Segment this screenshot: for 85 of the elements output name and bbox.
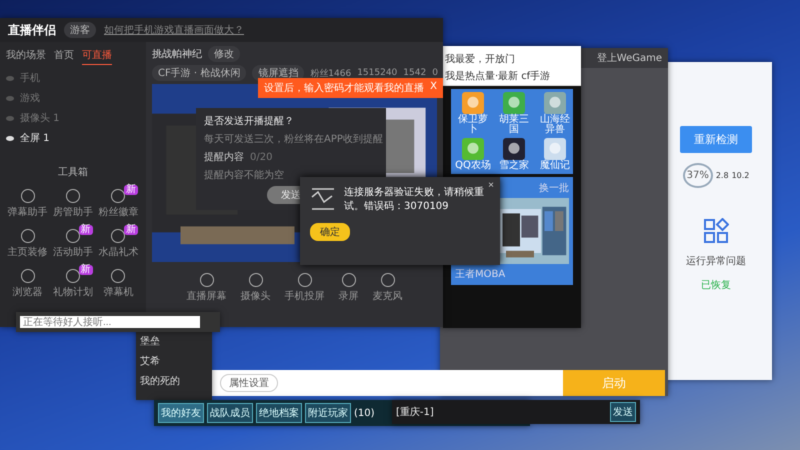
banner-caption: 王者MOBA: [455, 268, 506, 281]
recheck-button[interactable]: 重新检测: [680, 126, 752, 153]
source-item[interactable]: 全屏 1: [20, 131, 50, 145]
stat-text: 粉丝1466: [310, 68, 352, 80]
side-tab[interactable]: 可直播: [82, 48, 112, 65]
refresh-link[interactable]: 换一批: [539, 181, 569, 195]
new-badge: 新: [78, 265, 93, 275]
app-title: 直播伴侣: [8, 22, 56, 38]
game-label: 胡莱三国: [498, 115, 530, 135]
toolbox-title: 工具箱: [58, 166, 88, 179]
game-label: QQ农场: [454, 161, 492, 171]
launcher-title: 登上WeGame: [596, 52, 662, 65]
mail-count[interactable]: (10): [354, 408, 375, 418]
error-message: 连接服务器验证失败，请稍候重试。错误码：3070109: [344, 186, 484, 213]
tool-button[interactable]: 主页装修: [6, 225, 50, 259]
game-label: 保卫萝卜: [457, 115, 489, 135]
source-item[interactable]: 摄像头 1: [20, 111, 60, 125]
tool-button[interactable]: 新 水晶礼术: [96, 225, 140, 259]
stat-text: 1542: [403, 68, 426, 78]
game-tab[interactable]: 我的好友: [158, 403, 204, 423]
tool-button[interactable]: 弹幕助手: [6, 185, 50, 219]
game-thumbnail[interactable]: [462, 92, 484, 114]
bookmark-link[interactable]: 我是热点量·最新: [445, 69, 518, 83]
send-chat-button[interactable]: 发送: [610, 402, 636, 422]
stat-text: 0: [432, 68, 438, 78]
game-thumbnail[interactable]: [503, 138, 525, 160]
channel-label[interactable]: [重庆-1]: [396, 405, 604, 419]
status-text: 已恢复: [701, 278, 731, 292]
tip-text: 设置后，输入密码才能观看我的直播: [264, 82, 424, 95]
new-badge: 新: [124, 225, 138, 235]
game-thumbnail[interactable]: [503, 92, 525, 114]
download-speed: 10.2: [732, 171, 750, 180]
friend-item[interactable]: 我的死的: [140, 374, 208, 388]
friend-item[interactable]: 艾希: [140, 354, 208, 368]
tool-button[interactable]: 新 活动助手: [51, 225, 95, 259]
warning-wave-icon: [310, 187, 336, 211]
help-link[interactable]: 如何把手机游戏直播画面做大？: [104, 23, 244, 37]
close-button[interactable]: ×: [488, 180, 494, 191]
tool-button[interactable]: 弹幕机: [96, 265, 140, 299]
side-tab[interactable]: 我的场景: [6, 48, 46, 65]
category-tag[interactable]: CF手游 · 枪战休闲: [152, 65, 246, 81]
room-title: 挑战帕神纪: [152, 48, 202, 61]
toolbar-button[interactable]: 麦克风: [372, 269, 402, 303]
field-label: 提醒内容: [204, 150, 244, 164]
confirm-button[interactable]: 确定: [310, 223, 350, 241]
stat-text: 1515240: [357, 68, 398, 78]
game-tab[interactable]: 绝地档案: [256, 403, 302, 423]
tool-button[interactable]: 房管助手: [51, 185, 95, 219]
tool-button[interactable]: 新 礼物计划: [51, 265, 95, 299]
tool-button[interactable]: 新 粉丝徽章: [96, 185, 140, 219]
game-thumbnail[interactable]: [544, 92, 566, 114]
toolbar-button[interactable]: 摄像头: [240, 269, 270, 303]
dialog-title: 是否发送开播提醒？: [204, 114, 294, 128]
game-thumbnail[interactable]: [462, 138, 484, 160]
game-tab[interactable]: 战队成员: [207, 403, 253, 423]
dialog-description: 每天可发送三次，粉丝将在APP收到提醒: [204, 132, 383, 146]
char-count: 0/20: [250, 152, 272, 162]
game-label: 雪之家: [498, 161, 530, 171]
source-item[interactable]: 游戏: [20, 91, 40, 105]
tool-button[interactable]: 浏览器: [6, 265, 50, 299]
visibility-icon[interactable]: [6, 136, 14, 140]
guest-badge: 游客: [64, 22, 96, 38]
new-badge: 新: [78, 225, 93, 235]
apps-icon: [703, 218, 729, 244]
game-tab[interactable]: 附近玩家: [305, 403, 351, 423]
toolbar-button[interactable]: 直播屏幕: [186, 269, 226, 303]
tip-close[interactable]: X: [430, 81, 437, 95]
bookmark-link[interactable]: cf手游: [521, 69, 550, 83]
friend-item[interactable]: 堡垒: [140, 334, 208, 348]
side-tab[interactable]: 首页: [54, 48, 74, 65]
game-label: 山海经异兽: [539, 115, 571, 135]
error-hint: 提醒内容不能为空: [204, 168, 284, 182]
source-item[interactable]: 手机: [20, 71, 40, 85]
toolbar-button[interactable]: 手机投屏: [284, 269, 324, 303]
percent-text: 37%: [682, 163, 713, 188]
edit-button[interactable]: 修改: [208, 46, 240, 62]
issue-label: 运行异常问题: [686, 254, 746, 268]
message-field[interactable]: 正在等待好人接听...: [20, 316, 200, 328]
new-badge: 新: [124, 185, 138, 195]
game-label: 魔仙记: [539, 161, 571, 171]
game-thumbnail[interactable]: [544, 138, 566, 160]
upload-speed: 2.8: [716, 171, 729, 180]
settings-button[interactable]: 属性设置: [220, 374, 278, 392]
bookmark-link[interactable]: 我最爱，开放门: [445, 52, 515, 66]
toolbar-button[interactable]: 录屏: [338, 269, 358, 303]
